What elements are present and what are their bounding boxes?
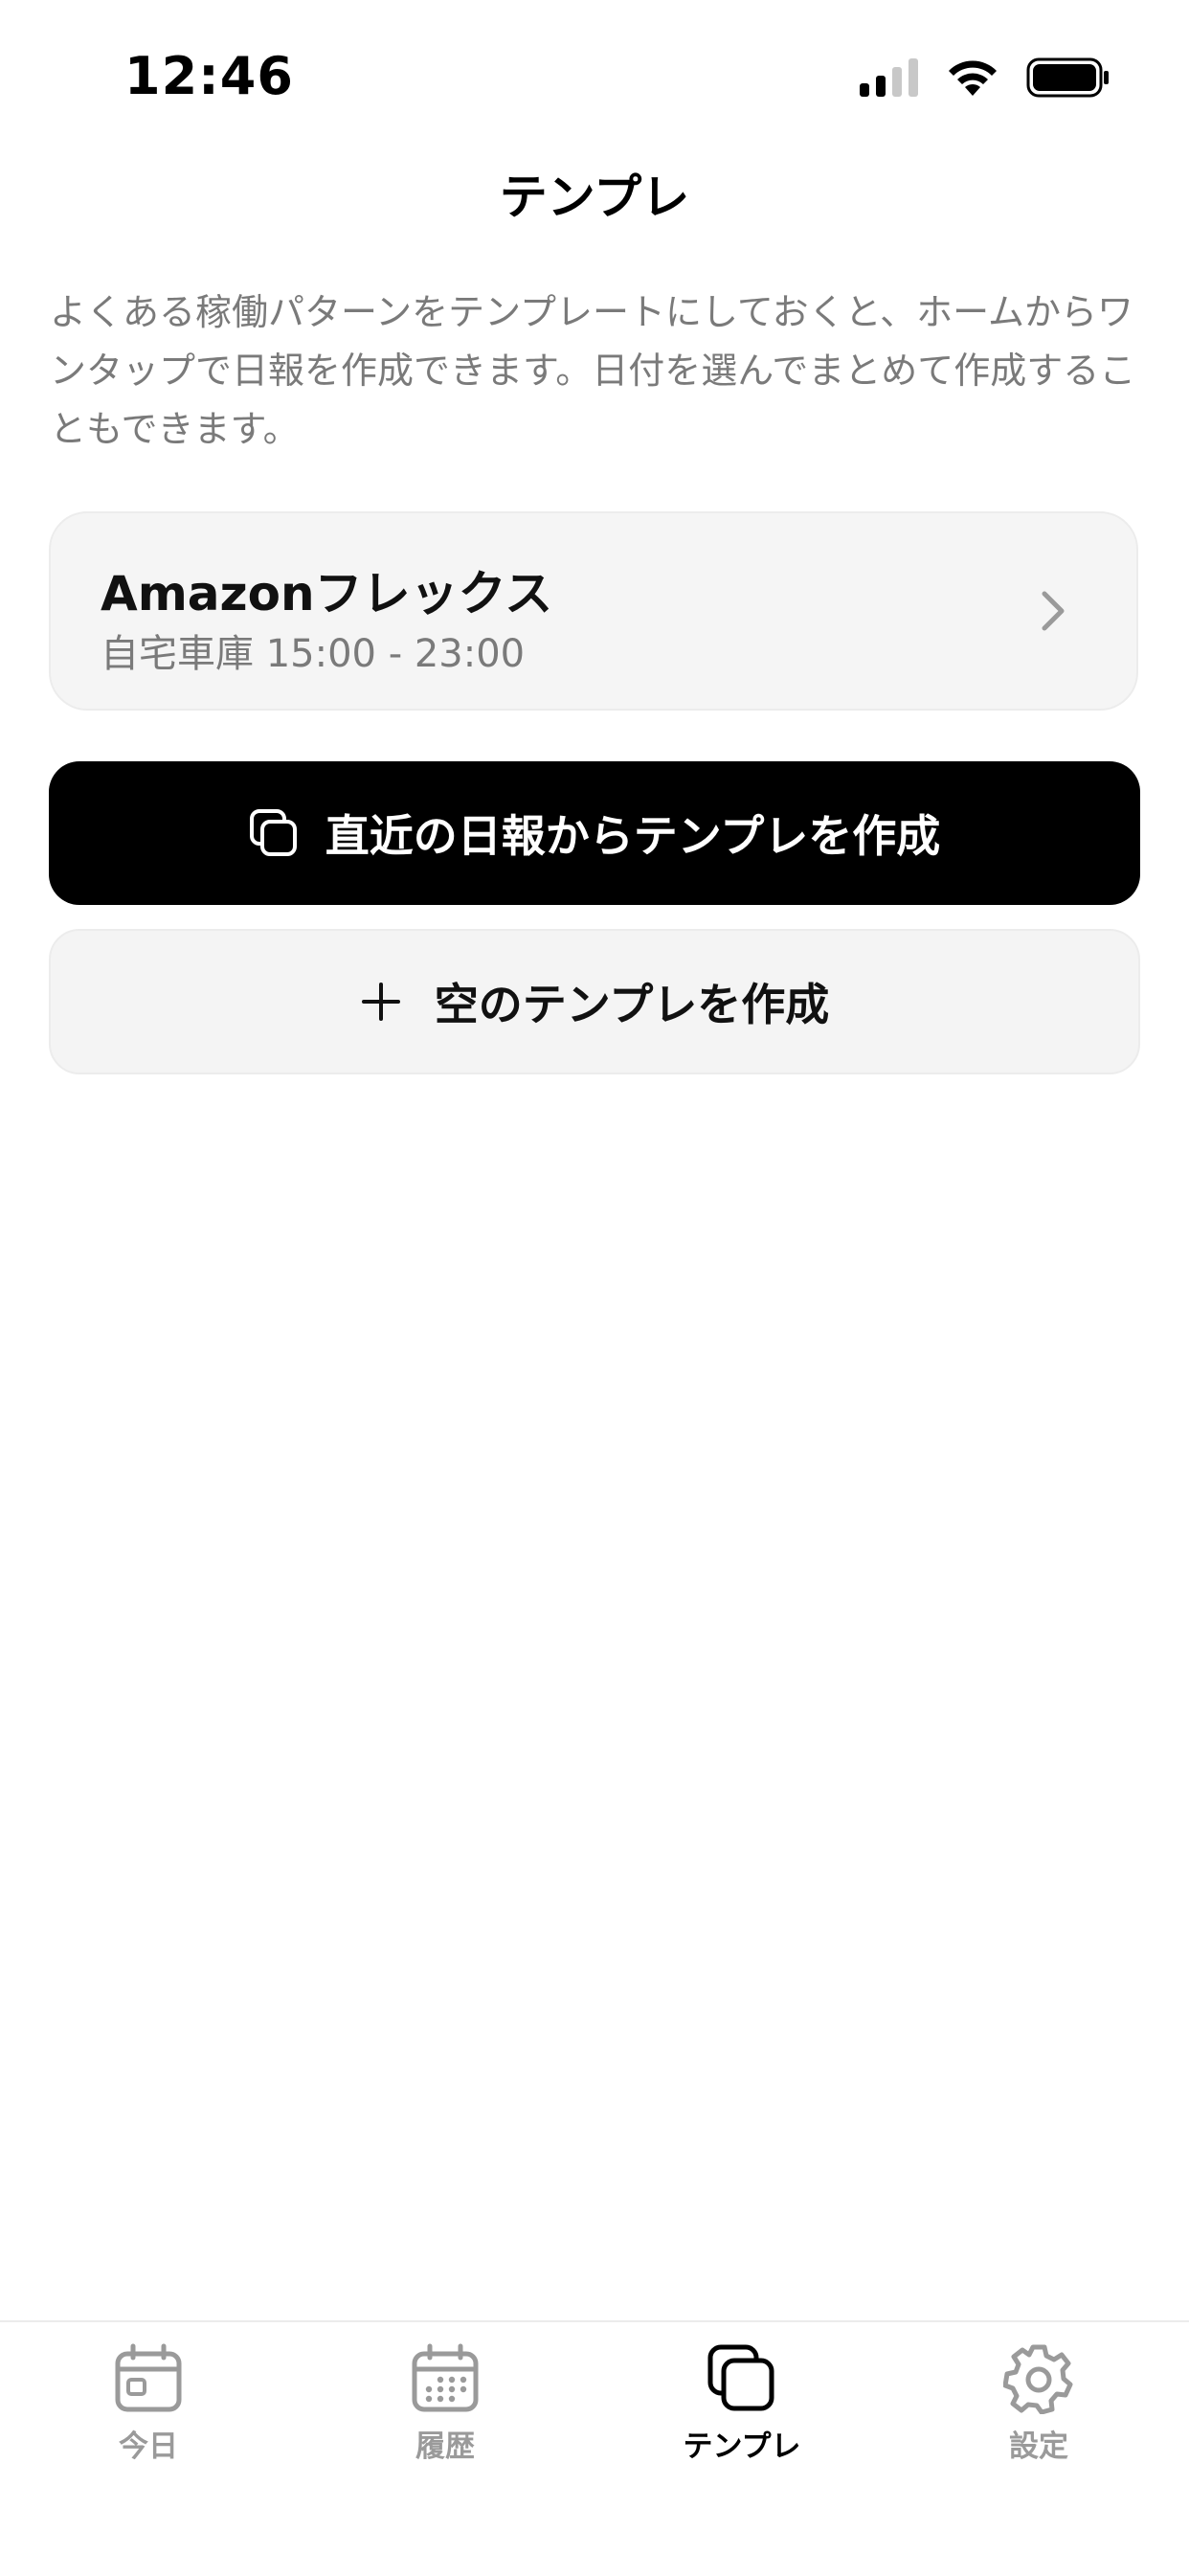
tab-settings[interactable]: 設定 — [943, 2343, 1134, 2465]
gear-icon — [1003, 2344, 1073, 2414]
page-title: テンプレ — [499, 169, 690, 225]
duplicate-icon — [249, 809, 297, 856]
template-detail: 自宅車庫 15:00 - 23:00 — [101, 632, 526, 676]
tab-templates[interactable]: テンプレ — [646, 2343, 838, 2465]
tab-today[interactable]: 今日 — [53, 2343, 244, 2465]
create-from-recent-label: 直近の日報からテンプレを作成 — [325, 810, 941, 862]
status-bar: 12:46 — [0, 0, 1189, 144]
template-name: Amazonフレックス — [101, 566, 553, 621]
chevron-right-icon — [1042, 591, 1065, 631]
tab-history[interactable]: 履歴 — [349, 2343, 541, 2465]
tab-bar: 今日 履歴 テンプレ 設定 — [0, 2320, 1189, 2576]
calendar-today-icon — [115, 2343, 182, 2412]
plus-icon — [361, 983, 400, 1021]
create-empty-template-button[interactable]: 空のテンプレを作成 — [49, 929, 1140, 1074]
wifi-icon — [949, 60, 997, 96]
cellular-signal-icon — [860, 58, 918, 97]
tab-label: 今日 — [119, 2429, 178, 2464]
description-text: よくある稼働パターンをテンプレートにしておくと、ホームからワンタップで日報を作成… — [50, 291, 1136, 450]
tab-label: 履歴 — [415, 2429, 475, 2464]
template-card[interactable]: Amazonフレックス 自宅車庫 15:00 - 23:00 — [49, 511, 1138, 711]
calendar-grid-icon — [412, 2343, 479, 2412]
tab-label: 設定 — [1009, 2429, 1068, 2464]
status-time: 12:46 — [124, 46, 294, 106]
create-empty-template-label: 空のテンプレを作成 — [434, 979, 830, 1030]
create-from-recent-button[interactable]: 直近の日報からテンプレを作成 — [49, 761, 1140, 905]
status-icons — [860, 57, 1110, 98]
battery-icon — [1026, 57, 1109, 98]
stacked-squares-icon — [707, 2344, 774, 2411]
tab-label: テンプレ — [683, 2429, 801, 2464]
